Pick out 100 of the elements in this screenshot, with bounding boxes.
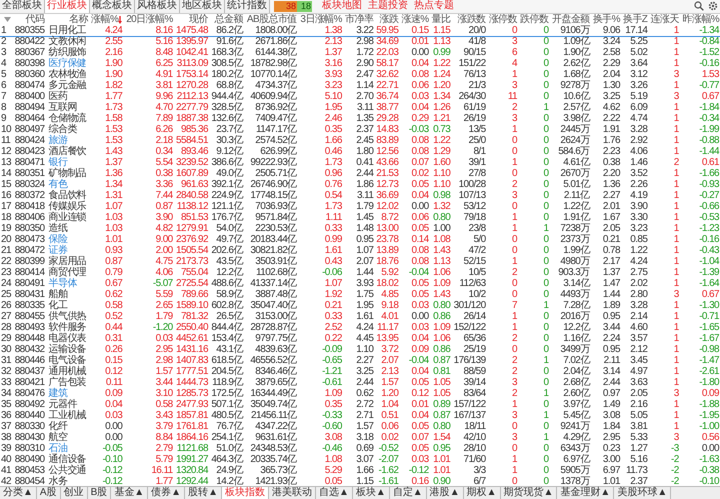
category-tab[interactable]: 自选▲: [316, 487, 353, 499]
category-tab[interactable]: 分类▲: [0, 487, 37, 499]
column-header[interactable]: 量比: [431, 14, 450, 26]
column-header[interactable]: 涨速%: [401, 14, 429, 26]
table-cell: 1.01: [590, 476, 621, 486]
sector-name[interactable]: 仓储物流: [46, 114, 89, 124]
category-tab[interactable]: 自定▲: [390, 487, 427, 499]
table-cell-text: 168.3亿: [210, 48, 244, 58]
table-cell-text: 6/7: [472, 476, 487, 486]
category-tab[interactable]: 美股环球▲: [614, 487, 672, 499]
sector-name[interactable]: 软件服务: [46, 322, 89, 334]
table-cell: 0.97: [590, 388, 621, 400]
table-cell-text: 488.6亿: [210, 278, 244, 289]
table-cell-text: 1: [542, 410, 550, 422]
sector-name[interactable]: 酒店餐饮: [46, 146, 89, 158]
sector-name[interactable]: 互联网: [46, 102, 89, 114]
table-cell-text: 0.04: [410, 366, 430, 378]
search-icon[interactable]: [694, 1, 704, 11]
sector-name[interactable]: 水务: [46, 476, 89, 486]
sector-name[interactable]: 银行: [46, 158, 89, 168]
sector-name[interactable]: 半导体: [46, 278, 89, 290]
sector-name[interactable]: 广告包装: [46, 378, 89, 388]
sector-name[interactable]: 文教休闲: [46, 36, 89, 48]
table-cell-text: 1.57: [355, 422, 374, 432]
sector-name[interactable]: 矿物制品: [46, 168, 89, 180]
category-tab[interactable]: 基金▲: [111, 487, 148, 499]
category-tab[interactable]: 板块▲: [352, 487, 390, 499]
tab[interactable]: 风格板块: [135, 0, 180, 13]
table-cell-text: 0.96: [324, 168, 343, 180]
sector-name[interactable]: 食品饮料: [46, 190, 89, 202]
category-tab[interactable]: A股: [36, 487, 61, 499]
column-header[interactable]: 现价: [189, 14, 208, 26]
sector-name[interactable]: 化工: [46, 300, 89, 312]
sector-name[interactable]: 通信设备: [46, 454, 89, 466]
table-cell-text: 2373万: [559, 234, 591, 245]
sector-name[interactable]: 多元金融: [46, 80, 89, 92]
sector-name[interactable]: 公共交通: [46, 466, 89, 476]
table-cell-text: 1.54: [432, 432, 452, 444]
tab[interactable]: 行业板块: [45, 0, 90, 13]
table-cell-text: 23/8: [467, 224, 487, 234]
category-tab[interactable]: 港股▲: [426, 487, 464, 499]
category-tab[interactable]: 基金理财▲: [557, 487, 614, 499]
table-cell-text: 0: [542, 158, 550, 168]
table-cell-text: 4.24: [355, 322, 374, 334]
sector-name[interactable]: 商业连锁: [46, 212, 89, 224]
table-cell: 1.44: [590, 290, 621, 300]
sector-name[interactable]: 农林牧渔: [46, 70, 89, 80]
sector-name[interactable]: 航空: [46, 432, 89, 444]
column-header[interactable]: 名称: [69, 14, 88, 26]
column-header[interactable]: 跌停数: [520, 14, 548, 26]
sector-name[interactable]: 建筑: [46, 388, 89, 400]
tab[interactable]: 概念板块: [90, 0, 135, 13]
sector-name[interactable]: 纺织服饰: [46, 48, 89, 58]
category-tab[interactable]: 港美联动: [268, 487, 316, 499]
sector-name[interactable]: 保险: [46, 234, 89, 246]
tab[interactable]: 地区板块: [180, 0, 225, 13]
table-cell-text: 3.28: [629, 300, 648, 312]
sector-name[interactable]: 石油: [46, 444, 89, 454]
sector-name[interactable]: 运输设备: [46, 344, 89, 356]
category-tab[interactable]: 期货现货▲: [500, 487, 558, 499]
sector-name[interactable]: 造纸: [46, 224, 89, 234]
sector-name[interactable]: 日用化工: [46, 26, 89, 36]
caret-icon[interactable]: [4, 17, 12, 22]
sector-name[interactable]: 电气设备: [46, 356, 89, 366]
settings-icon[interactable]: [708, 1, 718, 11]
sector-name[interactable]: 证券: [46, 246, 89, 256]
sector-name[interactable]: 有色: [46, 180, 89, 190]
sector-name[interactable]: 元器件: [46, 400, 89, 410]
table-cell-text: 1.58: [104, 114, 124, 124]
table-cell-text: 49.7亿: [215, 234, 244, 245]
table-cell-text: 22.03: [375, 48, 400, 58]
sector-name[interactable]: 旅游: [46, 136, 89, 146]
sector-name[interactable]: 家居用品: [46, 256, 89, 268]
column-header[interactable]: 换手%: [592, 14, 620, 26]
sector-name[interactable]: 商贸代理: [46, 268, 89, 278]
table-cell: 1.30: [590, 80, 621, 92]
topic-link[interactable]: 板块地图: [322, 0, 362, 13]
table-cell-text: 6.25: [154, 58, 174, 70]
column-header[interactable]: 涨停数: [488, 14, 517, 26]
column-header[interactable]: 代码: [26, 14, 44, 26]
category-tab[interactable]: B股: [88, 487, 112, 499]
table-cell-text: 1.20: [380, 388, 400, 400]
sector-name[interactable]: 医药: [46, 92, 89, 102]
sector-name[interactable]: 通用机械: [46, 366, 89, 378]
category-tab[interactable]: 板块指数: [222, 487, 269, 499]
table-cell-text: 3: [511, 378, 518, 388]
topic-link[interactable]: 热点专题: [414, 0, 454, 13]
category-tab[interactable]: 债券▲: [148, 487, 186, 499]
sector-name[interactable]: 船舶: [46, 290, 89, 300]
sector-name[interactable]: 传媒娱乐: [46, 202, 89, 212]
sector-name[interactable]: 供气供热: [46, 312, 89, 322]
sector-name[interactable]: 医疗保健: [46, 58, 89, 70]
sector-name[interactable]: 综合类: [46, 124, 89, 136]
sector-name[interactable]: 化纤: [46, 422, 89, 432]
table-cell: 9.06: [590, 26, 621, 36]
table-cell: 5.25: [620, 36, 648, 48]
category-tab[interactable]: 期权▲: [464, 487, 500, 499]
sector-name[interactable]: 工业机械: [46, 410, 89, 422]
sector-name[interactable]: 电器仪表: [46, 334, 89, 344]
category-tab[interactable]: 创业: [60, 487, 88, 499]
